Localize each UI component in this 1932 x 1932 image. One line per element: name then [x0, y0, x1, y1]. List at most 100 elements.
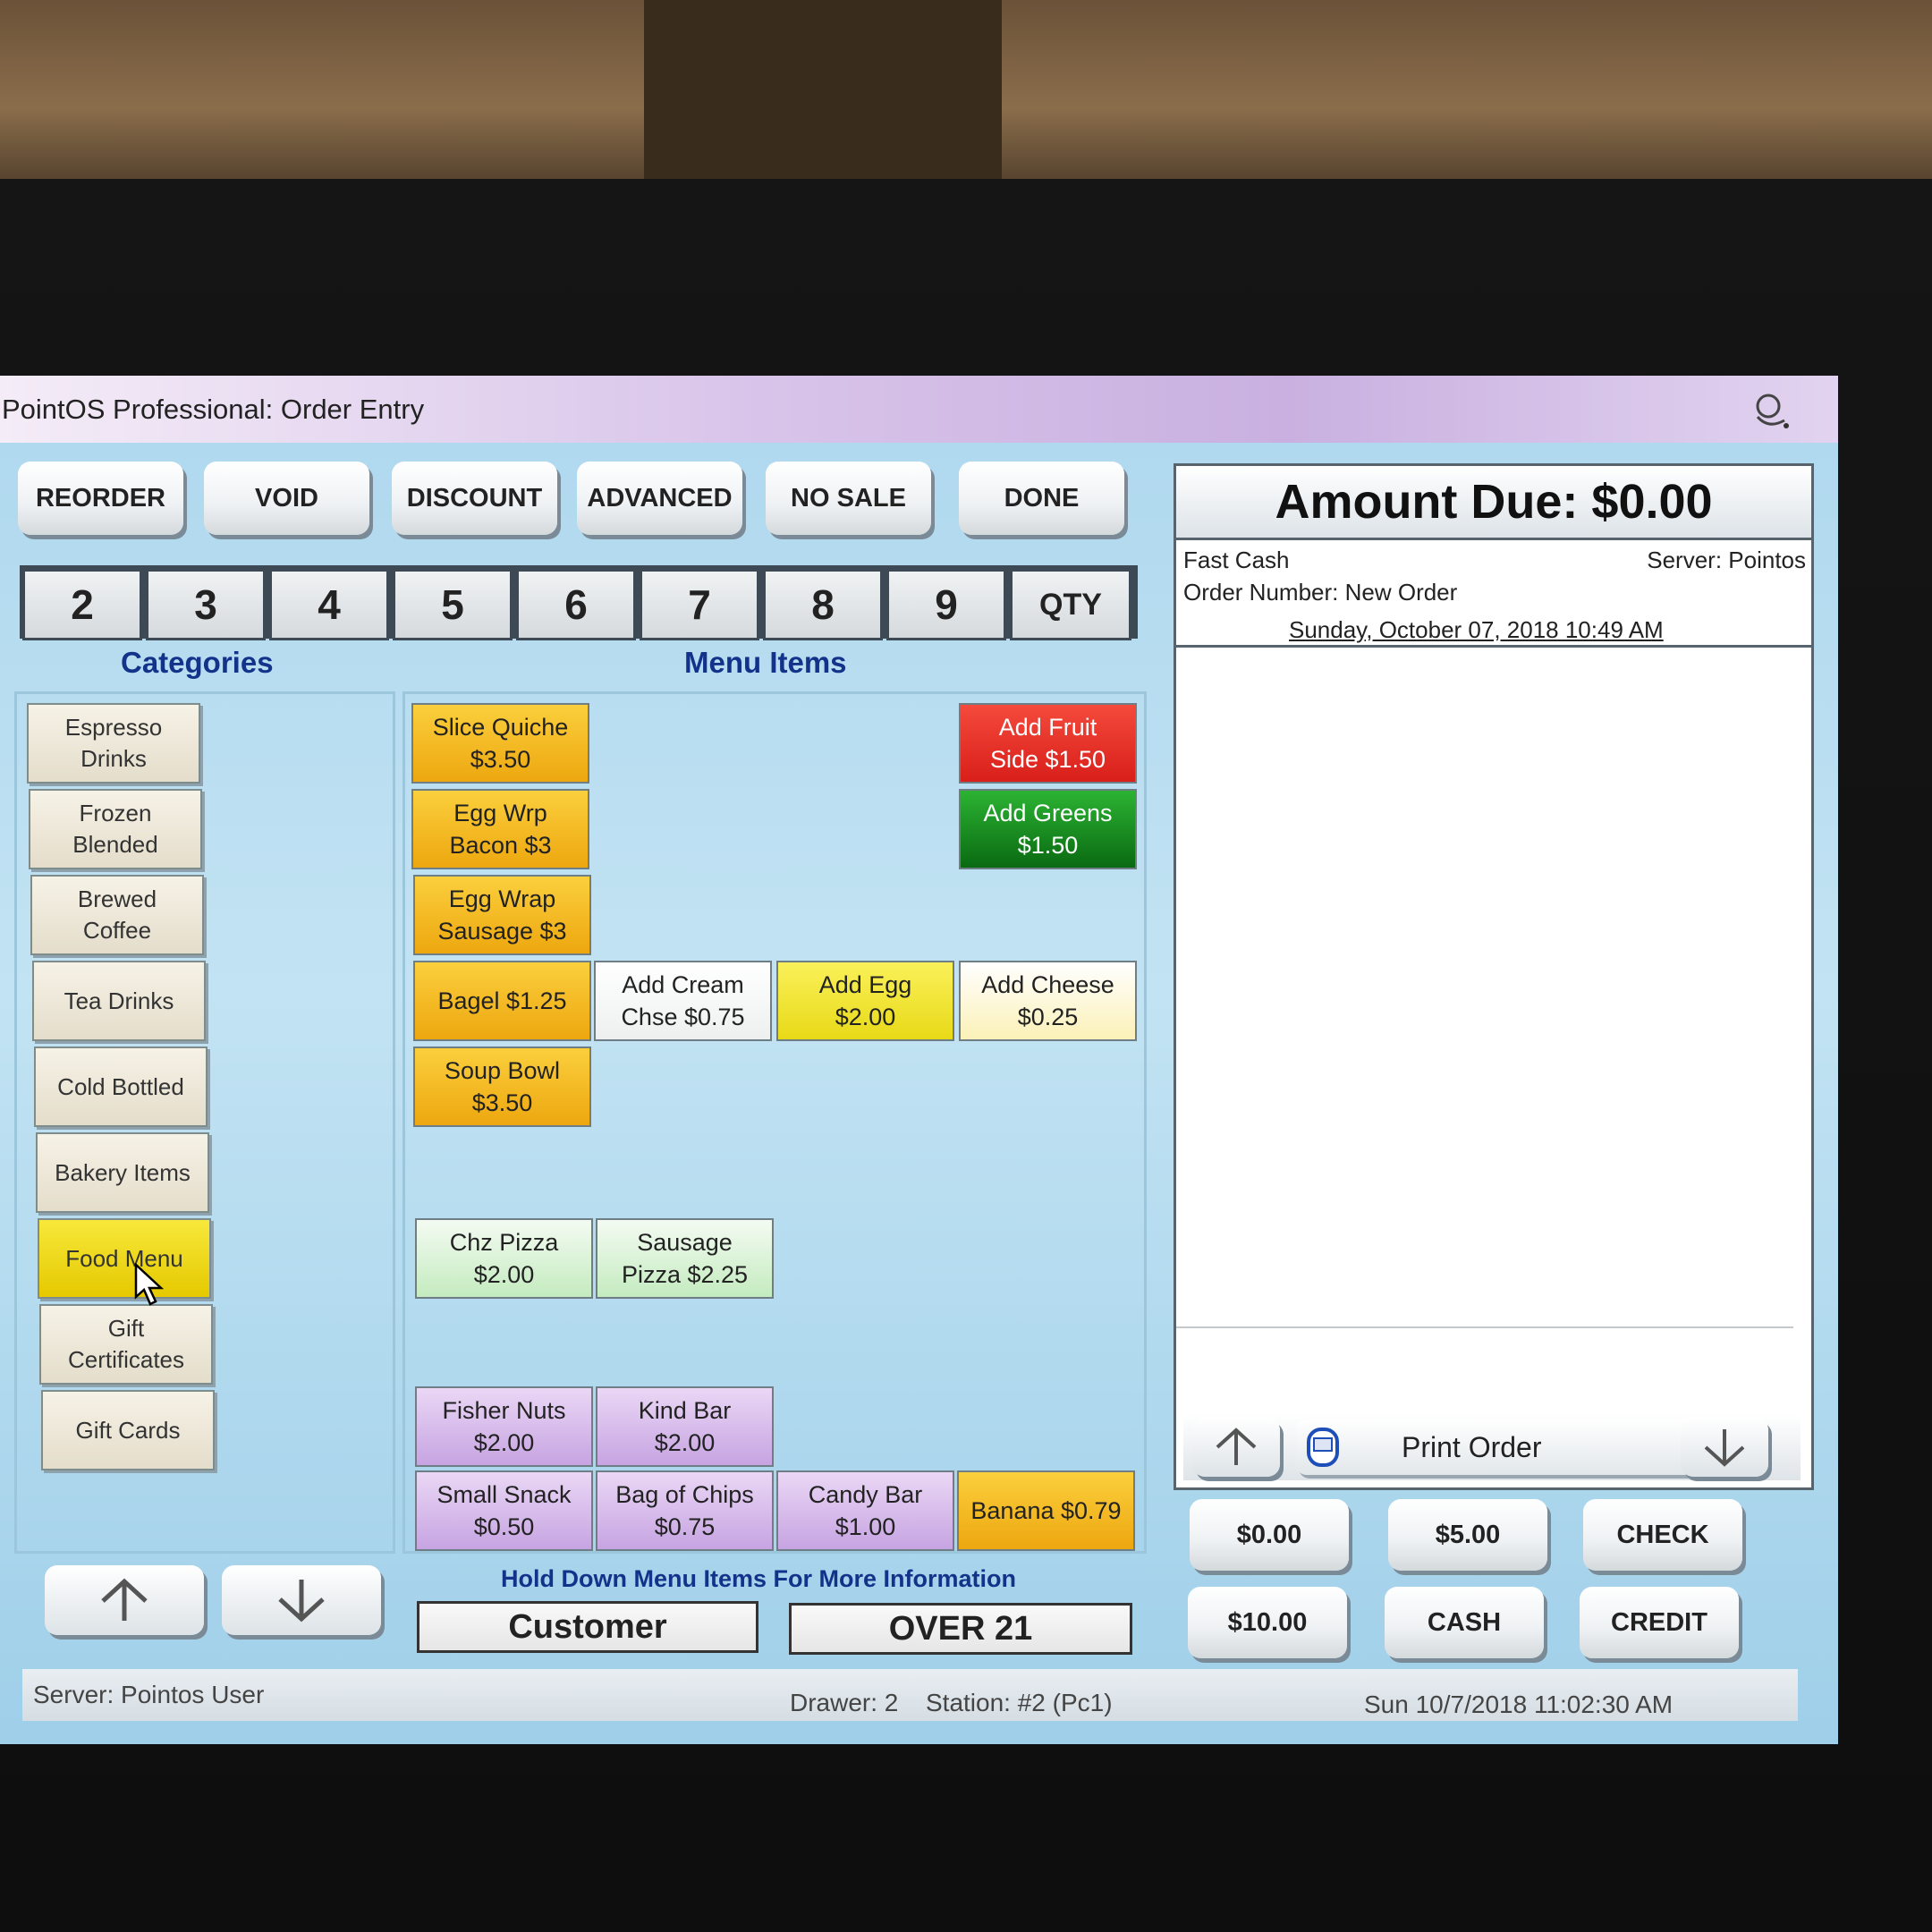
category-cold-bottled[interactable]: Cold Bottled — [34, 1046, 208, 1127]
qty-8-button[interactable]: 8 — [763, 569, 883, 640]
menu-item-egg-wrap-sausage[interactable]: Egg Wrap Sausage $3 — [413, 875, 591, 955]
category-label: Drinks — [80, 745, 147, 772]
category-gift-cards[interactable]: Gift Cards — [41, 1390, 215, 1470]
menu-item-label: Small Snack — [436, 1481, 572, 1508]
menu-item-label: Add Egg — [818, 971, 912, 998]
menu-item-label: Banana $0.79 — [970, 1497, 1122, 1524]
menu-item-slice-quiche[interactable]: Slice Quiche $3.50 — [411, 703, 589, 784]
menu-item-price: $3.50 — [470, 746, 531, 773]
menu-item-bag-of-chips[interactable]: Bag of Chips $0.75 — [596, 1470, 774, 1551]
category-label: Certificates — [67, 1346, 185, 1373]
category-label: Coffee — [82, 917, 152, 944]
menu-item-label: Bag of Chips — [615, 1481, 754, 1508]
menu-item-price: Side $1.50 — [989, 746, 1106, 773]
order-scroll-down-button[interactable] — [1681, 1418, 1768, 1477]
menu-item-add-fruit-side[interactable]: Add Fruit Side $1.50 — [959, 703, 1137, 784]
check-button[interactable]: CHECK — [1583, 1499, 1742, 1571]
category-gift-certificates[interactable]: Gift Certificates — [39, 1304, 213, 1385]
menu-item-price: Pizza $2.25 — [621, 1261, 749, 1288]
order-list-divider — [1176, 1326, 1793, 1328]
status-server: Server: Pointos User — [33, 1681, 265, 1708]
order-mode: Fast Cash — [1183, 547, 1290, 573]
menu-item-label: Egg Wrap — [448, 886, 556, 912]
menu-item-label: Add Cream — [622, 971, 744, 998]
menu-item-label: Candy Bar — [808, 1481, 923, 1508]
category-label: Cold Bottled — [57, 1072, 184, 1100]
category-espresso-drinks[interactable]: Espresso Drinks — [27, 703, 200, 784]
category-food-menu[interactable]: Food Menu — [38, 1218, 211, 1299]
menu-item-label: Add Cheese — [981, 971, 1114, 998]
hold-hint: Hold Down Menu Items For More Informatio… — [501, 1565, 1016, 1592]
down-arrow-icon — [1704, 1429, 1745, 1467]
menu-item-soup-bowl[interactable]: Soup Bowl $3.50 — [413, 1046, 591, 1127]
qty-2-button[interactable]: 2 — [22, 569, 142, 640]
category-label: Tea Drinks — [64, 987, 174, 1014]
reorder-button[interactable]: REORDER — [18, 462, 183, 535]
category-frozen-blended[interactable]: Frozen Blended — [29, 789, 202, 869]
category-label: Brewed — [77, 886, 157, 912]
menu-item-label: Chz Pizza — [449, 1229, 559, 1256]
up-arrow-icon — [101, 1578, 148, 1621]
fast-cash-5-button[interactable]: $5.00 — [1388, 1499, 1547, 1571]
menu-item-label: Add Fruit — [998, 714, 1097, 741]
category-scroll-up-button[interactable] — [45, 1565, 204, 1635]
menu-item-price: Sausage $3 — [437, 918, 567, 945]
menu-item-add-cheese[interactable]: Add Cheese $0.25 — [959, 961, 1137, 1041]
over-21-button[interactable]: OVER 21 — [789, 1603, 1132, 1655]
category-bakery-items[interactable]: Bakery Items — [36, 1132, 209, 1213]
title-bar: PointOS Professional: Order Entry — [0, 376, 1838, 443]
qty-7-button[interactable]: 7 — [640, 569, 759, 640]
fast-cash-10-button[interactable]: $10.00 — [1188, 1587, 1347, 1658]
no-sale-button[interactable]: NO SALE — [766, 462, 931, 535]
menu-item-add-greens[interactable]: Add Greens $1.50 — [959, 789, 1137, 869]
order-datetime: Sunday, October 07, 2018 10:49 AM — [1289, 616, 1664, 643]
menu-item-price: Bacon $3 — [449, 832, 552, 859]
mouse-cursor-icon — [134, 1263, 165, 1306]
order-items-list[interactable] — [1176, 648, 1793, 1327]
menu-item-banana[interactable]: Banana $0.79 — [957, 1470, 1135, 1551]
pos-screen: PointOS Professional: Order Entry REORDE… — [0, 376, 1838, 1744]
qty-6-button[interactable]: 6 — [516, 569, 636, 640]
fast-cash-0-button[interactable]: $0.00 — [1190, 1499, 1349, 1571]
qty-button[interactable]: QTY — [1010, 569, 1131, 640]
status-station: Station: #2 (Pc1) — [926, 1689, 1113, 1716]
menu-item-price: $0.25 — [1017, 1004, 1079, 1030]
qty-9-button[interactable]: 9 — [886, 569, 1006, 640]
menu-item-egg-wrp-bacon[interactable]: Egg Wrp Bacon $3 — [411, 789, 589, 869]
status-clock: Sun 10/7/2018 11:02:30 AM — [1364, 1690, 1674, 1718]
qty-4-button[interactable]: 4 — [269, 569, 389, 640]
order-scroll-up-button[interactable] — [1192, 1418, 1280, 1477]
menu-item-small-snack[interactable]: Small Snack $0.50 — [415, 1470, 593, 1551]
print-order-label: Print Order — [1402, 1430, 1542, 1463]
menu-item-bagel[interactable]: Bagel $1.25 — [413, 961, 591, 1041]
menu-item-price: $2.00 — [473, 1261, 535, 1288]
app-logo-icon — [1756, 394, 1789, 428]
menu-item-add-egg[interactable]: Add Egg $2.00 — [776, 961, 954, 1041]
cash-button[interactable]: CASH — [1385, 1587, 1544, 1658]
discount-button[interactable]: DISCOUNT — [392, 462, 557, 535]
menu-item-add-cream-chse[interactable]: Add Cream Chse $0.75 — [594, 961, 772, 1041]
menu-item-candy-bar[interactable]: Candy Bar $1.00 — [776, 1470, 954, 1551]
category-scroll-down-button[interactable] — [222, 1565, 381, 1635]
menu-item-price: $3.50 — [471, 1089, 533, 1116]
category-tea-drinks[interactable]: Tea Drinks — [32, 961, 206, 1041]
printer-icon — [1307, 1428, 1339, 1467]
void-button[interactable]: VOID — [204, 462, 369, 535]
qty-3-button[interactable]: 3 — [146, 569, 266, 640]
advanced-button[interactable]: ADVANCED — [577, 462, 742, 535]
qty-5-button[interactable]: 5 — [393, 569, 513, 640]
credit-button[interactable]: CREDIT — [1580, 1587, 1739, 1658]
amount-due: Amount Due: $0.00 — [1176, 466, 1811, 540]
menu-item-chz-pizza[interactable]: Chz Pizza $2.00 — [415, 1218, 593, 1299]
customer-button[interactable]: Customer — [417, 1601, 758, 1653]
menu-item-price: $2.00 — [473, 1429, 535, 1456]
order-server: Server: Pointos — [1647, 547, 1806, 573]
categories-header: Categories — [121, 646, 274, 679]
menu-item-sausage-pizza[interactable]: Sausage Pizza $2.25 — [596, 1218, 774, 1299]
print-order-button[interactable]: Print Order — [1296, 1419, 1707, 1475]
done-button[interactable]: DONE — [959, 462, 1124, 535]
menu-item-fisher-nuts[interactable]: Fisher Nuts $2.00 — [415, 1386, 593, 1467]
category-brewed-coffee[interactable]: Brewed Coffee — [30, 875, 204, 955]
category-label: Espresso — [64, 714, 163, 741]
menu-item-kind-bar[interactable]: Kind Bar $2.00 — [596, 1386, 774, 1467]
